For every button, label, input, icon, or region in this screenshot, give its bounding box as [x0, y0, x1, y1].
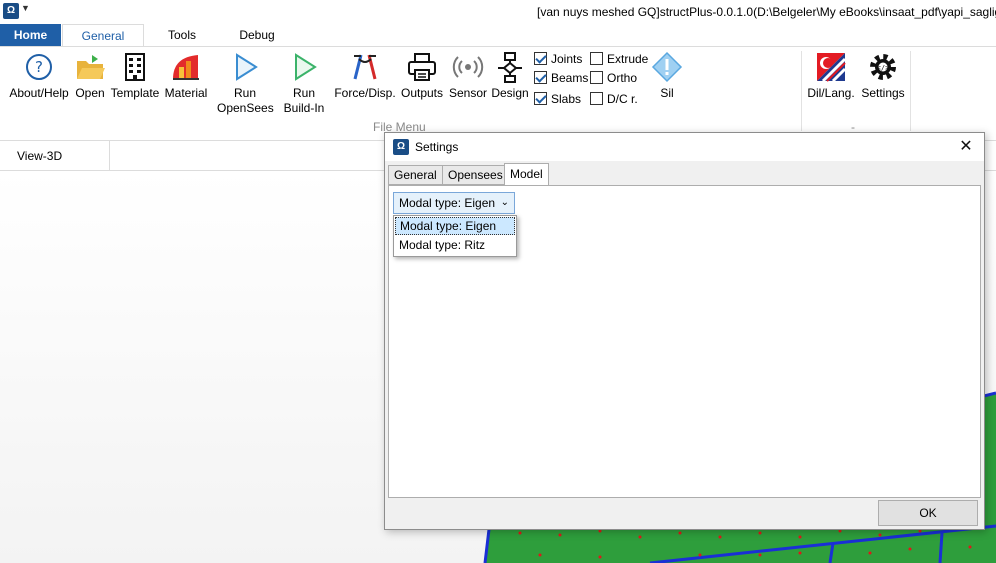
- gear-icon: </>: [870, 54, 896, 80]
- force-disp-icon: [353, 54, 377, 80]
- slabs-checkbox[interactable]: Slabs: [534, 92, 581, 106]
- option-modal-eigen[interactable]: Modal type: Eigen: [395, 217, 515, 235]
- ortho-checkbox[interactable]: Ortho: [590, 71, 637, 85]
- help-icon: ?: [26, 54, 52, 80]
- tab-tools[interactable]: Tools: [150, 24, 214, 46]
- extrude-checkbox[interactable]: Extrude: [590, 52, 648, 66]
- material-button[interactable]: Material: [163, 51, 209, 101]
- ribbon-separator: [910, 51, 911, 131]
- warning-diamond-icon: [651, 51, 683, 83]
- play-green-icon: [295, 53, 317, 81]
- ribbon-separator: [801, 51, 802, 131]
- close-icon[interactable]: ✕: [956, 137, 976, 157]
- design-button[interactable]: Design: [490, 51, 530, 101]
- beams-checkbox[interactable]: Beams: [534, 71, 588, 85]
- checkbox-box[interactable]: [534, 92, 547, 105]
- outputs-button[interactable]: Outputs: [399, 51, 445, 101]
- force-disp-button[interactable]: Force/Disp.: [334, 51, 396, 101]
- language-button[interactable]: Dil/Lang.: [806, 51, 856, 101]
- tab-debug[interactable]: Debug: [222, 24, 292, 46]
- play-blue-icon: [236, 53, 258, 81]
- checkbox-box[interactable]: [590, 71, 603, 84]
- title-bar: Ω ▼ [van nuys meshed GQ]structPlus-0.0.1…: [0, 0, 996, 24]
- settings-button[interactable]: </> Settings: [860, 51, 906, 101]
- building-icon: [125, 53, 145, 81]
- checkbox-box[interactable]: [590, 92, 603, 105]
- joints-checkbox[interactable]: Joints: [534, 52, 582, 66]
- tab-general[interactable]: General: [388, 165, 443, 185]
- template-button[interactable]: Template: [110, 51, 160, 101]
- svg-text:</>: </>: [877, 64, 890, 72]
- model-tab-panel: Modal type: Eigen ⌄ Modal type: Eigen Mo…: [388, 185, 981, 498]
- flag-icon: [817, 53, 847, 83]
- window-title: [van nuys meshed GQ]structPlus-0.0.1.0(D…: [537, 5, 996, 19]
- checkbox-box[interactable]: [534, 52, 547, 65]
- open-button[interactable]: Open: [73, 51, 107, 101]
- tab-home[interactable]: Home: [0, 24, 61, 46]
- ribbon: ? About/Help Open Template Material Run …: [0, 46, 996, 141]
- tab-model[interactable]: Model: [504, 163, 549, 186]
- dialog-title-bar[interactable]: Ω Settings ✕: [385, 133, 984, 161]
- ribbon-tabs: Home General Tools Debug: [0, 24, 996, 46]
- modal-type-select[interactable]: Modal type: Eigen ⌄: [393, 192, 515, 214]
- svg-text:?: ?: [35, 58, 43, 76]
- sil-button[interactable]: Sil: [650, 51, 684, 101]
- flowchart-icon: [498, 52, 522, 83]
- tab-opensees[interactable]: Opensees: [442, 165, 509, 185]
- ok-button[interactable]: OK: [878, 500, 978, 526]
- beam-line: [938, 532, 944, 563]
- sensor-icon: [452, 56, 484, 78]
- checkbox-box[interactable]: [590, 52, 603, 65]
- tab-view-3d[interactable]: View-3D: [0, 141, 110, 171]
- run-build-in-button[interactable]: Run Build-In: [280, 51, 328, 116]
- printer-icon: [408, 53, 436, 81]
- tab-general[interactable]: General: [62, 24, 144, 46]
- quick-access-dropdown-icon[interactable]: ▼: [21, 3, 30, 13]
- material-chart-icon: [173, 55, 199, 80]
- app-logo-icon: Ω: [393, 139, 409, 155]
- settings-dialog: Ω Settings ✕ General Opensees Model Moda…: [384, 132, 985, 530]
- folder-open-icon: [77, 55, 105, 79]
- dc-ratio-checkbox[interactable]: D/C r.: [590, 92, 638, 106]
- option-modal-ritz[interactable]: Modal type: Ritz: [394, 236, 516, 256]
- app-logo-icon[interactable]: Ω: [3, 3, 19, 19]
- modal-type-dropdown: Modal type: Eigen Modal type: Ritz: [393, 215, 517, 257]
- run-opensees-button[interactable]: Run OpenSees: [217, 51, 274, 116]
- about-help-button[interactable]: ? About/Help: [7, 51, 71, 101]
- checkbox-box[interactable]: [534, 71, 547, 84]
- dialog-title: Settings: [415, 140, 459, 154]
- sensor-button[interactable]: Sensor: [448, 51, 488, 101]
- chevron-down-icon: ⌄: [500, 197, 509, 208]
